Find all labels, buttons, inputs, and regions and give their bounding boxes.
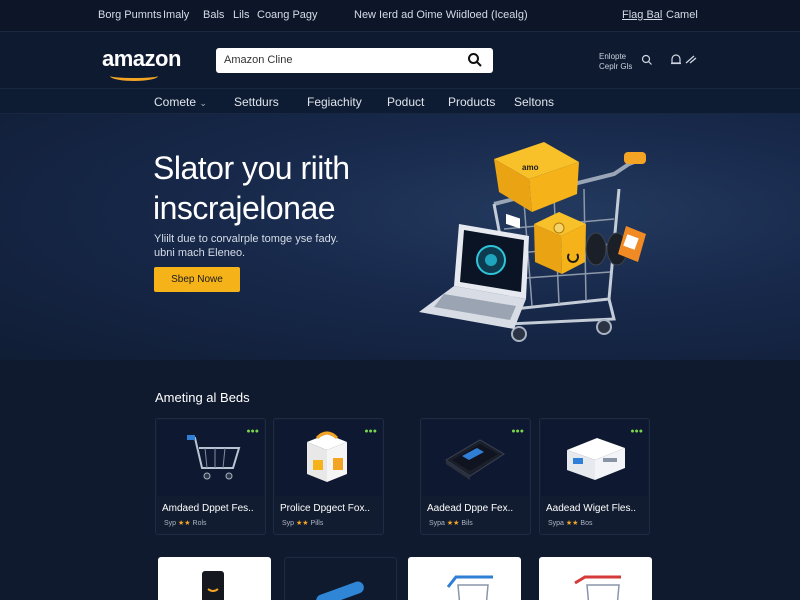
search-small-icon[interactable] xyxy=(640,53,654,67)
hero-title: Slator you riith inscrajelonae xyxy=(153,148,350,228)
hero-banner: Slator you riith inscrajelonae Yliilt du… xyxy=(0,114,800,360)
product-rating: Syp ★★ Pills xyxy=(282,520,324,527)
amazon-logo[interactable]: amazon xyxy=(102,46,181,72)
deals-section-title: Ameting al Beds xyxy=(155,390,250,405)
nav-item[interactable]: Settdurs xyxy=(234,95,279,109)
laptop-icon xyxy=(419,224,529,329)
shopping-cart-icon xyxy=(446,575,493,600)
topbar-link[interactable]: Lils xyxy=(233,9,250,21)
hero-shopping-illustration: amo xyxy=(419,142,646,342)
topbar-link[interactable]: Bals xyxy=(203,9,224,21)
hero-title-line: inscrajelonae xyxy=(153,190,336,226)
product-card[interactable] xyxy=(284,557,397,600)
product-card[interactable]: ●●● Aadead Wiget Fles.. Sypa ★★ Bos xyxy=(539,418,650,535)
deal-badge: ●●● xyxy=(364,428,377,435)
topbar-link[interactable]: Borg Pumnts xyxy=(98,9,162,21)
topbar-promo[interactable]: New Ierd ad Oime Wiidloed (Icealg) xyxy=(354,9,528,21)
topbar-link[interactable]: Coang Pagy xyxy=(257,9,318,21)
phone-icon xyxy=(202,571,224,600)
topbar-right-link[interactable]: Flag Bal xyxy=(622,9,662,21)
product-card[interactable] xyxy=(158,557,271,600)
product-card[interactable] xyxy=(539,557,652,600)
search-icon[interactable] xyxy=(467,52,483,68)
package-box-icon xyxy=(534,212,586,274)
nav-item[interactable]: Poduct xyxy=(387,95,424,109)
deal-badge: ●●● xyxy=(246,428,259,435)
topbar-right-link[interactable]: Camel xyxy=(666,9,698,21)
nav-item[interactable]: Products xyxy=(448,95,495,109)
product-name[interactable]: Prolice Dpgect Fox.. xyxy=(280,503,370,514)
logo-smile-icon xyxy=(110,71,158,81)
hero-subtitle-line: ubni mach Eleneo. xyxy=(154,247,246,259)
tool-icon xyxy=(316,581,364,600)
product-name[interactable]: Aadead Wiget Fles.. xyxy=(546,503,636,514)
product-rating: Sypa ★★ Bils xyxy=(429,520,473,527)
cart-icon[interactable] xyxy=(684,53,698,67)
category-nav: Comete ⌄ Settdurs Fegiachity Poduct Prod… xyxy=(0,88,800,114)
product-card[interactable] xyxy=(408,557,521,600)
bell-icon[interactable] xyxy=(669,53,683,67)
product-card[interactable]: ●●● Aadead Dppe Fex.. Sypa ★★ Bils xyxy=(420,418,531,535)
nav-item-comete[interactable]: Comete ⌄ xyxy=(154,95,207,109)
hero-title-line: Slator you riith xyxy=(153,150,350,186)
hero-subtitle: Yliilt due to corvalrple tomge yse fady.… xyxy=(154,232,338,260)
account-line: Ceplr Gls xyxy=(599,62,633,71)
deal-badge: ●●● xyxy=(630,428,643,435)
shopping-cart-icon xyxy=(574,575,621,600)
hero-subtitle-line: Yliilt due to corvalrple tomge yse fady. xyxy=(154,233,339,245)
shop-now-button[interactable]: Sbep Nowe xyxy=(154,267,240,292)
nav-label: Comete xyxy=(154,95,197,109)
deal-badge: ●●● xyxy=(511,428,524,435)
product-rating: Sypa ★★ Bos xyxy=(548,520,593,527)
nav-item[interactable]: Seltons xyxy=(514,95,554,109)
product-name[interactable]: Amdaed Dppet Fes.. xyxy=(162,503,254,514)
nav-item[interactable]: Fegiachity xyxy=(307,95,362,109)
product-name[interactable]: Aadead Dppe Fex.. xyxy=(427,503,513,514)
search-input[interactable]: Amazon Cline xyxy=(216,48,493,73)
search-placeholder: Amazon Cline xyxy=(224,54,293,66)
chevron-down-icon: ⌄ xyxy=(199,98,207,108)
product-card[interactable]: ●●● Amdaed Dppet Fes.. Syp ★★ Rols xyxy=(155,418,266,535)
account-menu[interactable]: Enlopte Ceplr Gls xyxy=(599,52,632,72)
main-header: amazon Amazon Cline Enlopte Ceplr Gls xyxy=(0,32,800,88)
top-utility-bar: Borg Pumnts Imaly Bals Lils Coang Pagy N… xyxy=(0,0,800,32)
account-line: Enlopte xyxy=(599,52,627,61)
product-card[interactable]: ●●● Prolice Dpgect Fox.. Syp ★★ Pills xyxy=(273,418,384,535)
box-label: amo xyxy=(522,163,539,172)
product-rating: Syp ★★ Rols xyxy=(164,520,207,527)
topbar-link[interactable]: Imaly xyxy=(163,9,189,21)
